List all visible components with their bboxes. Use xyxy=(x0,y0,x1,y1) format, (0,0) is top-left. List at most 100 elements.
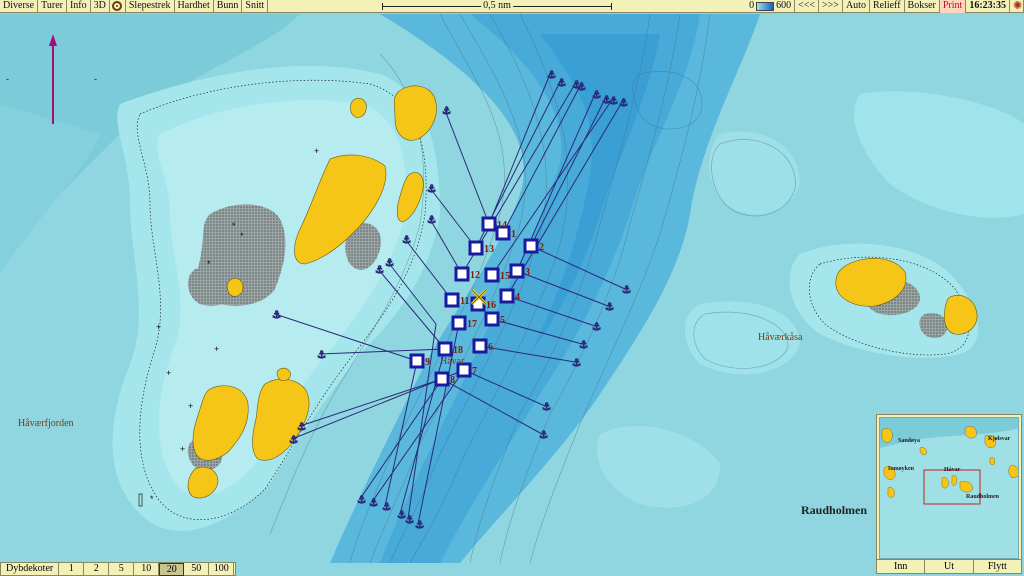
station-marker[interactable]: 14 xyxy=(481,216,507,232)
anchor-icon: ⚓ xyxy=(289,435,298,446)
island xyxy=(226,278,244,297)
nav-back-button[interactable]: <<< xyxy=(795,0,820,13)
anchor-icon: ⚓ xyxy=(382,502,391,513)
station-label: 1 xyxy=(511,229,516,240)
anchor-icon: ⚓ xyxy=(609,96,618,107)
island xyxy=(350,97,367,118)
svg-text:+: + xyxy=(166,368,171,378)
depth-max-label: 600 xyxy=(774,0,796,13)
print-button[interactable]: Print xyxy=(939,0,967,13)
anchor-icon: ⚓ xyxy=(402,235,411,246)
station-marker[interactable]: 18 xyxy=(437,341,463,357)
anchor-icon: ⚓ xyxy=(405,515,414,526)
contour-2-button[interactable]: 2 xyxy=(84,562,110,576)
station-label: 6 xyxy=(488,342,493,353)
svg-text:+: + xyxy=(314,146,319,156)
zoom-in-button[interactable]: Inn xyxy=(877,560,926,573)
anchor-icon: ⚓ xyxy=(375,265,384,276)
bathymetry-map[interactable]: +++ +++ *** *- - ⚓⚓⚓ ⚓⚓ ⚓⚓ ⚓⚓⚓⚓⚓⚓⚓⚓⚓⚓⚓⚓⚓⚓⚓⚓⚓… xyxy=(0,14,1024,563)
anchor-icon: ⚓ xyxy=(357,495,366,506)
anchor-icon: ⚓ xyxy=(272,310,281,321)
menu-bunn[interactable]: Bunn xyxy=(214,0,243,13)
menu-slepestrek[interactable]: Slepestrek xyxy=(126,0,175,13)
station-marker[interactable]: 11 xyxy=(444,292,469,308)
svg-text:+: + xyxy=(188,401,193,411)
depth-min-label: 0 xyxy=(749,0,755,11)
station-marker[interactable]: 6 xyxy=(472,338,493,354)
contour-1-button[interactable]: 1 xyxy=(59,562,85,576)
svg-text:+: + xyxy=(156,322,161,332)
station-label: 9 xyxy=(425,357,430,368)
contour-100-button[interactable]: 100 xyxy=(209,562,235,576)
station-label: 8 xyxy=(450,375,455,386)
anchor-icon: ⚓ xyxy=(539,430,548,441)
anchor-icon: ⚓ xyxy=(427,184,436,195)
minimap-view[interactable]: Sandøya Kjølsvar Inmøyken Håvar Raudholm… xyxy=(879,417,1019,559)
station-label: 12 xyxy=(470,270,480,281)
depth-contour-bar: Dybdekoter 1 2 5 10 20 50 100 xyxy=(0,562,236,576)
minimap-label-sandoya: Sandøya xyxy=(898,438,921,444)
anchor-icon: ⚓ xyxy=(557,78,566,89)
contour-50-button[interactable]: 50 xyxy=(184,562,210,576)
depth-contour-label: Dybdekoter xyxy=(1,562,60,576)
station-marker[interactable]: 2 xyxy=(523,238,544,254)
svg-text:+: + xyxy=(180,444,185,454)
station-marker[interactable]: 15 xyxy=(484,267,510,283)
minimap-label-raudholmen: Raudholmen xyxy=(966,494,1000,500)
anchor-icon: ⚓ xyxy=(542,402,551,413)
auto-button[interactable]: Auto xyxy=(843,0,870,13)
station-marker[interactable]: 13 xyxy=(468,240,494,256)
anchor-icon: ⚓ xyxy=(572,80,581,91)
compass-icon[interactable] xyxy=(110,0,126,13)
top-toolbar: Diverse Turer Info 3D Slepestrek Hardhet… xyxy=(0,0,1024,13)
svg-text:-: - xyxy=(6,74,9,84)
svg-text:*: * xyxy=(150,494,154,504)
anchor-icon: ⚓ xyxy=(605,302,614,313)
depth-color-scale xyxy=(756,2,775,11)
menu-3d[interactable]: 3D xyxy=(91,0,110,13)
contour-20-button[interactable]: 20 xyxy=(159,562,185,576)
station-marker[interactable]: 12 xyxy=(454,266,480,282)
map-canvas[interactable]: + + + + + + * * * * - - ⚓ ⚓ ⚓ ⚓ ⚓ ⚓ ⚓ ⚓ ⚓ ⚓ ⚓ ⚓ ⚓ ⚓ ⚓ ⚓ ⚓ ⚓ ⚓ ⚓ ⚓ ⚓ ⚓ ⚓… xyxy=(0,14,1024,563)
contour-10-button[interactable]: 10 xyxy=(134,562,160,576)
station-marker[interactable]: 17 xyxy=(451,315,477,331)
station-marker[interactable]: 5 xyxy=(484,311,505,327)
relief-button[interactable]: Relieff xyxy=(870,0,905,13)
anchor-icon: ⚓ xyxy=(297,422,306,433)
station-marker[interactable]: 3 xyxy=(509,263,530,279)
island xyxy=(276,367,291,382)
scale-bar: 0,5 nm xyxy=(382,0,612,13)
station-marker[interactable]: 8 xyxy=(434,371,455,387)
boxes-button[interactable]: Bokser xyxy=(905,0,940,13)
svg-text:+: + xyxy=(214,344,219,354)
minimap-label-kjolsvar: Kjølsvar xyxy=(988,436,1011,442)
svg-text:-: - xyxy=(94,74,97,84)
menu-snitt[interactable]: Snitt xyxy=(242,0,269,13)
move-button[interactable]: Flytt xyxy=(974,560,1021,573)
overview-minimap: Sandøya Kjølsvar Inmøyken Håvar Raudholm… xyxy=(876,414,1022,574)
anchor-icon: ⚓ xyxy=(369,498,378,509)
nav-forward-button[interactable]: >>> xyxy=(819,0,843,13)
clock: 16:23:35 xyxy=(966,0,1010,13)
station-marker[interactable]: 4 xyxy=(499,288,520,304)
menu-info[interactable]: Info xyxy=(67,0,91,13)
anchor-icon: ⚓ xyxy=(385,258,394,269)
station-label: 5 xyxy=(500,315,505,326)
anchor-icon: ⚓ xyxy=(415,520,424,531)
zoom-out-button[interactable]: Ut xyxy=(925,560,974,573)
anchor-icon: ⚓ xyxy=(622,285,631,296)
station-label: 16 xyxy=(486,300,496,311)
station-label: 3 xyxy=(525,267,530,278)
anchor-icon: ⚓ xyxy=(579,340,588,351)
station-marker[interactable]: 9 xyxy=(409,353,430,369)
station-label: 2 xyxy=(539,242,544,253)
contour-5-button[interactable]: 5 xyxy=(109,562,135,576)
minimap-label-inmoyken: Inmøyken xyxy=(888,466,915,472)
menu-turer[interactable]: Turer xyxy=(38,0,67,13)
gear-icon[interactable]: ✺ xyxy=(1010,0,1024,13)
menu-diverse[interactable]: Diverse xyxy=(0,0,39,13)
menu-hardhet[interactable]: Hardhet xyxy=(175,0,214,13)
scale-label: 0,5 nm xyxy=(481,0,513,12)
minimap-label-havar: Håvar xyxy=(944,467,961,473)
station-label: 15 xyxy=(500,271,510,282)
